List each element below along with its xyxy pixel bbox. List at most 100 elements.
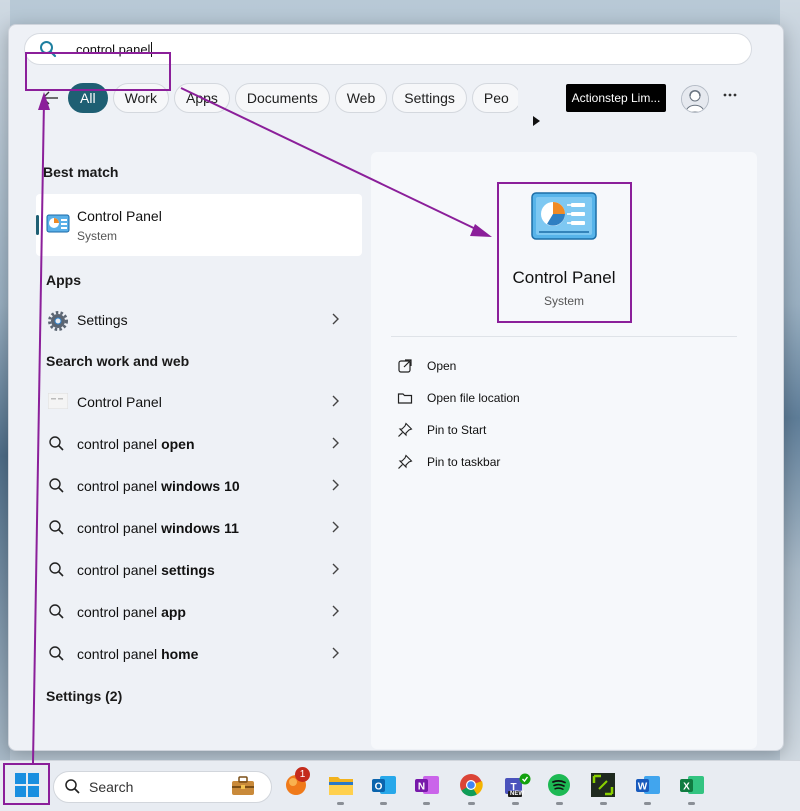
svg-text:W: W bbox=[638, 782, 648, 793]
taskbar-app-snip[interactable] bbox=[591, 773, 617, 805]
spotify-icon bbox=[548, 774, 570, 796]
more-filters-button[interactable] bbox=[530, 114, 542, 128]
teams-new-label: NEW bbox=[510, 791, 524, 797]
running-indicator bbox=[423, 802, 430, 805]
search-icon bbox=[48, 645, 66, 663]
taskbar-app-copilot[interactable]: 1 bbox=[284, 767, 310, 799]
action-label: Pin to Start bbox=[427, 423, 487, 437]
web-result-label: control panel app bbox=[77, 604, 186, 620]
search-icon bbox=[48, 603, 66, 621]
running-indicator bbox=[380, 802, 387, 805]
web-result[interactable]: control panel home bbox=[36, 636, 362, 672]
control-panel-icon bbox=[46, 214, 70, 234]
chevron-right-icon[interactable] bbox=[332, 520, 340, 534]
chevron-right-icon[interactable] bbox=[332, 646, 340, 660]
briefcase-icon bbox=[230, 775, 256, 797]
web-result-label: control panel home bbox=[77, 646, 199, 662]
divider bbox=[391, 336, 737, 337]
action-open[interactable]: Open bbox=[397, 355, 697, 379]
greenshot-icon bbox=[591, 773, 615, 797]
chevron-right-icon[interactable] bbox=[332, 604, 340, 618]
web-result[interactable]: control panel open bbox=[36, 426, 362, 462]
action-label: Open bbox=[427, 359, 457, 373]
taskbar-app-word[interactable]: W bbox=[635, 773, 661, 805]
web-result-label: control panel settings bbox=[77, 562, 215, 578]
taskbar-app-file-explorer[interactable] bbox=[328, 773, 354, 805]
running-indicator bbox=[512, 802, 519, 805]
folder-icon bbox=[397, 390, 413, 406]
web-result[interactable]: control panel app bbox=[36, 594, 362, 630]
search-icon bbox=[64, 778, 82, 796]
taskbar-app-chrome[interactable] bbox=[459, 773, 485, 805]
arrow-left-icon bbox=[42, 91, 58, 105]
svg-text:X: X bbox=[683, 782, 690, 793]
best-match-heading: Best match bbox=[43, 164, 119, 180]
taskbar-app-onenote[interactable]: N bbox=[414, 773, 440, 805]
taskbar-app-excel[interactable]: X bbox=[679, 773, 705, 805]
annotation-search-box bbox=[25, 52, 171, 91]
action-label: Pin to taskbar bbox=[427, 455, 501, 469]
more-options-button[interactable] bbox=[722, 87, 738, 103]
running-indicator bbox=[556, 802, 563, 805]
open-external-icon bbox=[397, 358, 413, 374]
action-pin-to-taskbar[interactable]: Pin to taskbar bbox=[397, 451, 697, 475]
search-icon bbox=[48, 561, 66, 579]
svg-text:O: O bbox=[375, 782, 383, 793]
action-label: Open file location bbox=[427, 391, 520, 405]
chevron-right-icon[interactable] bbox=[332, 478, 340, 492]
play-icon bbox=[533, 116, 540, 126]
search-icon bbox=[48, 435, 66, 453]
pin-icon bbox=[397, 422, 413, 438]
excel-icon: X bbox=[680, 776, 704, 794]
taskbar-search-label: Search bbox=[89, 779, 134, 795]
chevron-right-icon[interactable] bbox=[332, 312, 340, 326]
chevron-right-icon[interactable] bbox=[332, 394, 340, 408]
taskbar-app-teams[interactable]: T NEW bbox=[503, 773, 531, 805]
folder-icon bbox=[329, 777, 353, 795]
chip-documents[interactable]: Documents bbox=[234, 83, 330, 113]
chip-settings[interactable]: Settings bbox=[392, 83, 467, 113]
pin-icon bbox=[397, 454, 413, 470]
word-icon: W bbox=[636, 776, 660, 794]
web-result-label: control panel open bbox=[77, 436, 195, 452]
chip-web[interactable]: Web bbox=[334, 83, 388, 113]
settings-heading[interactable]: Settings (2) bbox=[46, 688, 122, 704]
search-icon bbox=[48, 519, 66, 537]
running-indicator bbox=[600, 802, 607, 805]
annotation-start-button bbox=[3, 763, 50, 805]
best-match-title: Control Panel bbox=[77, 208, 162, 224]
chevron-right-icon[interactable] bbox=[332, 436, 340, 450]
onenote-icon: N bbox=[415, 776, 439, 794]
web-result[interactable]: Control Panel bbox=[36, 384, 362, 420]
search-icon bbox=[48, 477, 66, 495]
org-account-button[interactable]: Actionstep Lim... bbox=[566, 84, 666, 112]
web-result[interactable]: control panel windows 10 bbox=[36, 468, 362, 504]
svg-text:N: N bbox=[418, 782, 425, 793]
ellipsis-icon bbox=[723, 93, 737, 97]
taskbar-app-spotify[interactable] bbox=[547, 773, 573, 805]
running-indicator bbox=[337, 802, 344, 805]
web-result-label: control panel windows 10 bbox=[77, 478, 240, 494]
list-item-settings[interactable]: Settings bbox=[36, 302, 362, 338]
web-result-label: Control Panel bbox=[77, 394, 162, 410]
chip-apps[interactable]: Apps bbox=[173, 83, 230, 113]
outlook-icon: O bbox=[372, 776, 396, 794]
web-heading: Search work and web bbox=[46, 353, 190, 369]
best-match-result[interactable]: Control Panel System bbox=[36, 194, 362, 256]
chip-people[interactable]: Peo bbox=[471, 83, 518, 113]
action-pin-to-start[interactable]: Pin to Start bbox=[397, 419, 697, 443]
web-result[interactable]: control panel windows 11 bbox=[36, 510, 362, 546]
taskbar-search[interactable]: Search bbox=[53, 771, 272, 803]
chevron-right-icon[interactable] bbox=[332, 562, 340, 576]
action-open-file-location[interactable]: Open file location bbox=[397, 387, 697, 411]
taskbar-app-outlook[interactable]: O bbox=[371, 773, 397, 805]
web-result[interactable]: control panel settings bbox=[36, 552, 362, 588]
gear-icon bbox=[48, 311, 68, 331]
running-indicator bbox=[468, 802, 475, 805]
best-match-subtitle: System bbox=[77, 229, 118, 243]
running-indicator bbox=[688, 802, 695, 805]
selection-indicator bbox=[36, 215, 39, 235]
list-item-label: Settings bbox=[77, 312, 128, 328]
avatar[interactable] bbox=[681, 85, 709, 113]
running-indicator bbox=[644, 802, 651, 805]
